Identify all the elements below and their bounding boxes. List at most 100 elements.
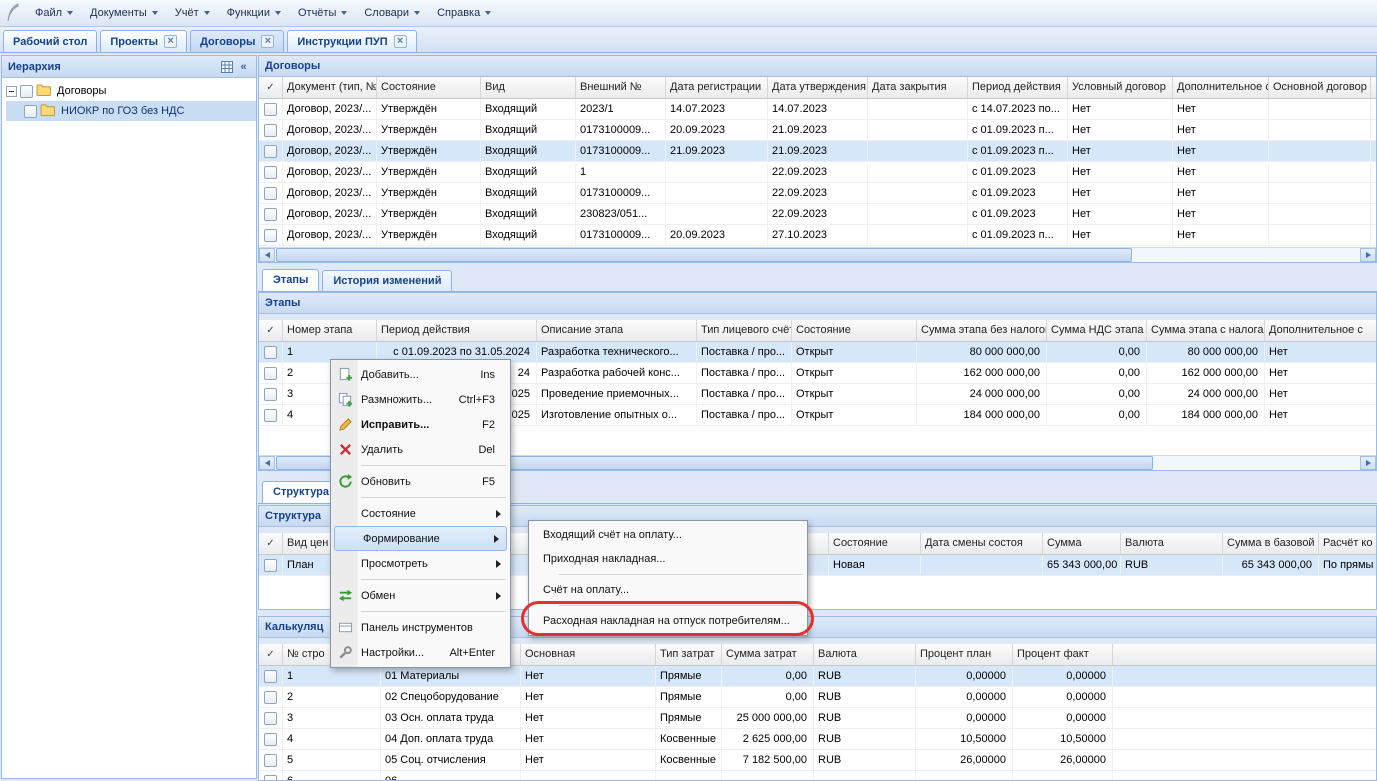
scrollbar-thumb[interactable] [276, 248, 1132, 262]
column-header[interactable]: Основная [521, 644, 656, 665]
menubar-item[interactable]: Документы [82, 3, 166, 23]
column-header[interactable]: Процент факт [1013, 644, 1113, 665]
menu-item[interactable]: Счёт на оплату... [530, 578, 806, 602]
scroll-left-button[interactable] [259, 456, 275, 470]
row-checkbox[interactable] [264, 367, 277, 380]
scroll-left-button[interactable] [259, 248, 275, 262]
column-header[interactable]: Основной договор [1269, 77, 1371, 98]
column-header[interactable]: Сумма затрат [722, 644, 814, 665]
menubar-item[interactable]: Файл [27, 3, 81, 23]
column-header[interactable]: Состояние [377, 77, 481, 98]
table-row[interactable]: Договор, 2023/...УтверждёнВходящий122.09… [259, 162, 1376, 183]
menu-item[interactable]: Обмен [332, 583, 509, 608]
row-checkbox[interactable] [264, 208, 277, 221]
column-header[interactable]: Валюта [814, 644, 916, 665]
table-row[interactable]: Договор, 2023/...УтверждёнВходящий017310… [259, 141, 1376, 162]
close-icon[interactable]: × [164, 35, 177, 48]
menu-item[interactable]: Размножить...Ctrl+F3 [332, 387, 509, 412]
column-header[interactable]: Дополнительное с [1173, 77, 1269, 98]
column-header[interactable]: Документ (тип, № [283, 77, 377, 98]
row-checkbox[interactable] [264, 229, 277, 242]
columns-settings-icon[interactable] [218, 59, 235, 75]
menubar-item[interactable]: Функции [219, 3, 289, 23]
table-row[interactable]: 303 Осн. оплата трудаНетПрямые25 000 000… [259, 708, 1376, 729]
row-checkbox[interactable] [264, 409, 277, 422]
table-row[interactable]: Договор, 2023/...УтверждёнВходящий017310… [259, 225, 1376, 246]
menubar-item[interactable]: Словари [356, 3, 428, 23]
horizontal-scrollbar[interactable] [259, 247, 1376, 262]
column-header[interactable]: Условный договор [1068, 77, 1173, 98]
column-header[interactable]: ✓ [259, 320, 283, 341]
window-tab-1[interactable]: Проекты× [100, 30, 187, 52]
menu-item[interactable]: УдалитьDel [332, 437, 509, 462]
table-row[interactable]: 606 [259, 771, 1376, 780]
column-header[interactable]: Дата утверждения [768, 77, 868, 98]
column-header[interactable]: Описание этапа [537, 320, 697, 341]
tab-structure_tabs-0[interactable]: Структура [262, 481, 340, 503]
row-checkbox[interactable] [264, 103, 277, 116]
row-checkbox[interactable] [264, 124, 277, 137]
window-tab-2[interactable]: Договоры× [190, 30, 284, 52]
table-row[interactable]: Договор, 2023/...УтверждёнВходящий230823… [259, 204, 1376, 225]
row-checkbox[interactable] [264, 691, 277, 704]
column-header[interactable]: Сумма [1043, 533, 1121, 554]
collapse-toggle-icon[interactable] [6, 86, 17, 97]
menu-item[interactable]: ОбновитьF5 [332, 469, 509, 494]
tree-node-root[interactable]: Договоры [6, 81, 256, 101]
menu-item[interactable]: Состояние [332, 501, 509, 526]
row-checkbox[interactable] [264, 145, 277, 158]
menu-item[interactable]: Расходная накладная на отпуск потребител… [530, 609, 806, 633]
column-header[interactable]: Дата регистрации [666, 77, 768, 98]
table-row[interactable]: Договор, 2023/...УтверждёнВходящий2023/1… [259, 99, 1376, 120]
column-header[interactable]: Сумма НДС этапа [1047, 320, 1147, 341]
menu-item[interactable]: Панель инструментов [332, 615, 509, 640]
row-checkbox[interactable] [264, 388, 277, 401]
column-header[interactable]: ✓ [259, 533, 283, 554]
column-header[interactable]: Сумма этапа с налогами [1147, 320, 1265, 341]
menu-item[interactable]: Формирование [334, 526, 507, 551]
menu-item[interactable]: Настройки...Alt+Enter [332, 640, 509, 665]
column-header[interactable]: Состояние [792, 320, 917, 341]
row-checkbox[interactable] [264, 670, 277, 683]
column-header[interactable]: Валюта [1121, 533, 1223, 554]
column-header[interactable]: Сумма этапа без налогов [917, 320, 1047, 341]
node-checkbox[interactable] [20, 85, 33, 98]
column-header[interactable]: Номер этапа [283, 320, 377, 341]
column-header[interactable]: Дата смены состоя [921, 533, 1043, 554]
column-header[interactable]: Дополнительное с [1265, 320, 1376, 341]
column-header[interactable]: Тип затрат [656, 644, 722, 665]
row-checkbox[interactable] [264, 346, 277, 359]
window-tab-3[interactable]: Инструкции ПУП× [287, 30, 416, 52]
table-row[interactable]: 202 СпецоборудованиеНетПрямые0,00RUB0,00… [259, 687, 1376, 708]
row-checkbox[interactable] [264, 166, 277, 179]
row-checkbox[interactable] [264, 733, 277, 746]
column-header[interactable]: Сумма в базовой в [1223, 533, 1319, 554]
table-row[interactable]: 404 Доп. оплата трудаНетКосвенные2 625 0… [259, 729, 1376, 750]
tree-node-label[interactable]: НИОКР по ГОЗ без НДС [58, 104, 187, 118]
tab-stages_tabs-1[interactable]: История изменений [322, 270, 452, 291]
node-checkbox[interactable] [24, 105, 37, 118]
row-checkbox[interactable] [264, 775, 277, 781]
column-header[interactable]: Состояние [829, 533, 921, 554]
column-header[interactable]: Период действия [968, 77, 1068, 98]
close-icon[interactable]: × [394, 35, 407, 48]
tab-stages_tabs-0[interactable]: Этапы [262, 269, 319, 291]
column-header[interactable]: Вид [481, 77, 576, 98]
column-header[interactable] [1113, 644, 1376, 665]
column-header[interactable]: Расчёт ко [1319, 533, 1376, 554]
menu-item[interactable]: Просмотреть [332, 551, 509, 576]
column-header[interactable]: ✓ [259, 644, 283, 665]
tree-node-child[interactable]: НИОКР по ГОЗ без НДС [6, 101, 256, 121]
table-row[interactable]: Договор, 2023/...УтверждёнВходящий017310… [259, 183, 1376, 204]
tree-node-label[interactable]: Договоры [54, 84, 109, 98]
column-header[interactable]: Процент план [916, 644, 1013, 665]
menu-item[interactable]: Добавить...Ins [332, 362, 509, 387]
menubar-item[interactable]: Справка [429, 3, 499, 23]
column-header[interactable]: Внешний № [576, 77, 666, 98]
menu-item[interactable]: Входящий счёт на оплату... [530, 523, 806, 547]
close-icon[interactable]: × [261, 35, 274, 48]
collapse-panel-icon[interactable]: « [235, 59, 252, 75]
column-header[interactable]: Дата закрытия [868, 77, 968, 98]
column-header[interactable]: Период действия [377, 320, 537, 341]
column-header[interactable]: ✓ [259, 77, 283, 98]
